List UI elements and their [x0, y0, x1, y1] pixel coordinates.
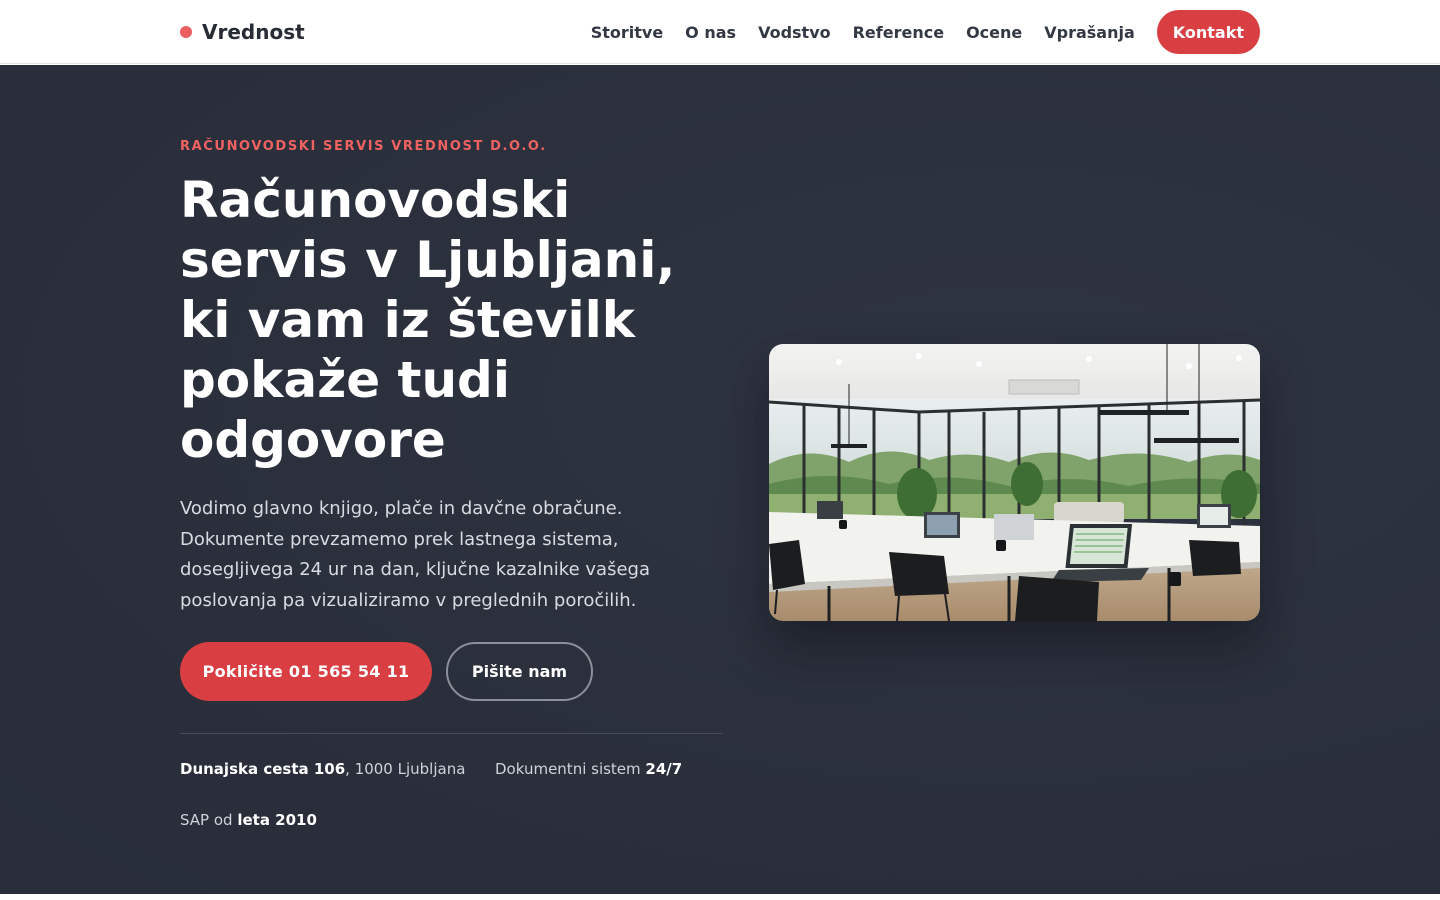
site-header: Vrednost Storitve O nas Vodstvo Referenc…	[0, 0, 1440, 64]
fact-address: Dunajska cesta 106, 1000 Ljubljana	[180, 760, 465, 778]
nav-link-o-nas[interactable]: O nas	[685, 23, 736, 42]
hero-title: Računovodski servis v Ljubljani, ki vam …	[180, 171, 676, 469]
nav-link-vodstvo[interactable]: Vodstvo	[758, 23, 831, 42]
hero-eyebrow: RAČUNOVODSKI SERVIS VREDNOST D.O.O.	[180, 139, 547, 154]
fact-document-system: Dokumentni sistem 24/7	[495, 760, 682, 778]
sap-value: leta 2010	[237, 811, 317, 829]
sap-label: SAP od	[180, 811, 238, 829]
document-system-label: Dokumentni sistem	[495, 760, 646, 778]
brand-dot-icon	[180, 26, 192, 38]
office-photo	[769, 344, 1260, 621]
document-system-value: 24/7	[645, 760, 683, 778]
brand-name: Vrednost	[202, 20, 305, 44]
contact-button[interactable]: Kontakt	[1156, 10, 1260, 54]
page-bottom-edge	[0, 894, 1440, 900]
brand-logo[interactable]: Vrednost	[180, 19, 305, 45]
write-us-button[interactable]: Pišite nam	[446, 642, 593, 701]
address-city: , 1000 Ljubljana	[345, 760, 466, 778]
address-street: Dunajska cesta 106	[180, 760, 346, 778]
call-button[interactable]: Pokličite 01 565 54 11	[180, 642, 432, 701]
nav-link-ocene[interactable]: Ocene	[966, 23, 1022, 42]
fact-sap: SAP od leta 2010	[180, 811, 317, 829]
nav-link-reference[interactable]: Reference	[853, 23, 944, 42]
nav-link-storitve[interactable]: Storitve	[591, 23, 663, 42]
hero-divider	[180, 733, 723, 734]
main-nav: Storitve O nas Vodstvo Reference Ocene V…	[591, 10, 1260, 54]
nav-link-vprasanja[interactable]: Vprašanja	[1044, 23, 1135, 42]
hero-lead: Vodimo glavno knjigo, plače in davčne ob…	[180, 498, 650, 611]
